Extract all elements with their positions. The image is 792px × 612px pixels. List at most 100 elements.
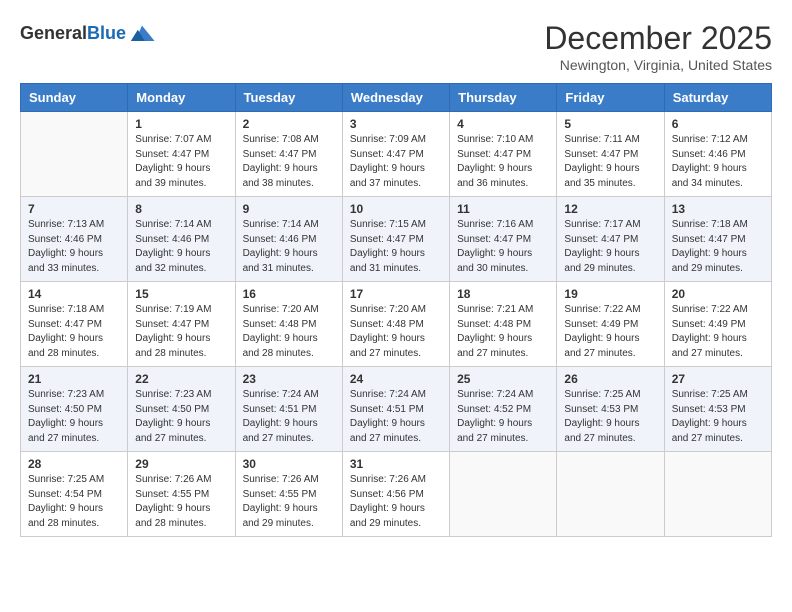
day-number: 23 [243,372,335,386]
day-cell: 24 Sunrise: 7:24 AMSunset: 4:51 PMDayligh… [342,367,449,452]
location-title: Newington, Virginia, United States [544,57,772,73]
day-cell: 14Sunrise: 7:18 AMSunset: 4:47 PMDayligh… [21,282,128,367]
day-cell: 30 Sunrise: 7:26 AMSunset: 4:55 PMDayligh… [235,452,342,537]
day-cell: 19Sunrise: 7:22 AMSunset: 4:49 PMDayligh… [557,282,664,367]
day-cell: 6Sunrise: 7:12 AMSunset: 4:46 PMDaylight… [664,112,771,197]
day-info: Sunrise: 7:21 AMSunset: 4:48 PMDaylight:… [457,303,549,361]
day-number: 30 [243,457,335,471]
calendar-header: SundayMondayTuesdayWednesdayThursdayFrid… [21,84,772,112]
day-info: Sunrise: 7:13 AMSunset: 4:46 PMDaylight:… [28,218,120,276]
day-number: 2 [243,117,335,131]
day-info: Sunrise: 7:14 AMSunset: 4:46 PMDaylight:… [135,218,227,276]
header-row: SundayMondayTuesdayWednesdayThursdayFrid… [21,84,772,112]
day-cell: 26Sunrise: 7:25 AMSunset: 4:53 PMDayligh… [557,367,664,452]
day-number: 7 [28,202,120,216]
day-cell: 7 Sunrise: 7:13 AMSunset: 4:46 PMDaylight… [21,197,128,282]
day-cell: 9 Sunrise: 7:14 AMSunset: 4:46 PMDaylight… [235,197,342,282]
week-row-3: 14Sunrise: 7:18 AMSunset: 4:47 PMDayligh… [21,282,772,367]
day-cell: 27 Sunrise: 7:25 AMSunset: 4:53 PMDayligh… [664,367,771,452]
day-cell: 23 Sunrise: 7:24 AMSunset: 4:51 PMDayligh… [235,367,342,452]
day-number: 31 [350,457,442,471]
day-info: Sunrise: 7:22 AMSunset: 4:49 PMDaylight:… [564,303,656,361]
day-info: Sunrise: 7:20 AMSunset: 4:48 PMDaylight:… [350,303,442,361]
day-number: 11 [457,202,549,216]
day-cell: 13 Sunrise: 7:18 AMSunset: 4:47 PMDayligh… [664,197,771,282]
day-number: 5 [564,117,656,131]
day-cell: 29 Sunrise: 7:26 AMSunset: 4:55 PMDayligh… [128,452,235,537]
day-info: Sunrise: 7:23 AMSunset: 4:50 PMDaylight:… [28,388,120,446]
day-cell [664,452,771,537]
day-number: 3 [350,117,442,131]
day-number: 20 [672,287,764,301]
day-number: 24 [350,372,442,386]
day-number: 17 [350,287,442,301]
day-cell: 22 Sunrise: 7:23 AMSunset: 4:50 PMDayligh… [128,367,235,452]
day-number: 8 [135,202,227,216]
day-number: 27 [672,372,764,386]
day-number: 6 [672,117,764,131]
day-number: 13 [672,202,764,216]
day-cell: 25 Sunrise: 7:24 AMSunset: 4:52 PMDayligh… [450,367,557,452]
day-cell: 16 Sunrise: 7:20 AMSunset: 4:48 PMDayligh… [235,282,342,367]
day-info: Sunrise: 7:17 AMSunset: 4:47 PMDaylight:… [564,218,656,276]
day-number: 29 [135,457,227,471]
day-info: Sunrise: 7:26 AMSunset: 4:55 PMDaylight:… [243,473,335,531]
day-info: Sunrise: 7:07 AMSunset: 4:47 PMDaylight:… [135,133,227,191]
day-cell [21,112,128,197]
day-info: Sunrise: 7:18 AMSunset: 4:47 PMDaylight:… [28,303,120,361]
day-info: Sunrise: 7:26 AMSunset: 4:56 PMDaylight:… [350,473,442,531]
day-number: 18 [457,287,549,301]
day-cell: 12 Sunrise: 7:17 AMSunset: 4:47 PMDayligh… [557,197,664,282]
day-info: Sunrise: 7:08 AMSunset: 4:47 PMDaylight:… [243,133,335,191]
day-cell: 20Sunrise: 7:22 AMSunset: 4:49 PMDayligh… [664,282,771,367]
day-info: Sunrise: 7:11 AMSunset: 4:47 PMDaylight:… [564,133,656,191]
day-number: 9 [243,202,335,216]
day-number: 22 [135,372,227,386]
day-info: Sunrise: 7:24 AMSunset: 4:51 PMDaylight:… [350,388,442,446]
day-info: Sunrise: 7:25 AMSunset: 4:53 PMDaylight:… [672,388,764,446]
day-cell: 2 Sunrise: 7:08 AMSunset: 4:47 PMDaylight… [235,112,342,197]
week-row-4: 21 Sunrise: 7:23 AMSunset: 4:50 PMDayligh… [21,367,772,452]
day-info: Sunrise: 7:26 AMSunset: 4:55 PMDaylight:… [135,473,227,531]
logo-general-text: General [20,23,87,43]
title-area: December 2025 Newington, Virginia, Unite… [544,20,772,73]
week-row-5: 28Sunrise: 7:25 AMSunset: 4:54 PMDayligh… [21,452,772,537]
day-info: Sunrise: 7:20 AMSunset: 4:48 PMDaylight:… [243,303,335,361]
day-cell [557,452,664,537]
header-cell-thursday: Thursday [450,84,557,112]
header-cell-saturday: Saturday [664,84,771,112]
logo-blue-text: Blue [87,23,126,43]
day-info: Sunrise: 7:25 AMSunset: 4:53 PMDaylight:… [564,388,656,446]
day-info: Sunrise: 7:09 AMSunset: 4:47 PMDaylight:… [350,133,442,191]
day-number: 1 [135,117,227,131]
day-info: Sunrise: 7:19 AMSunset: 4:47 PMDaylight:… [135,303,227,361]
logo-icon [128,20,156,48]
day-number: 12 [564,202,656,216]
day-cell: 18 Sunrise: 7:21 AMSunset: 4:48 PMDayligh… [450,282,557,367]
day-cell: 31 Sunrise: 7:26 AMSunset: 4:56 PMDayligh… [342,452,449,537]
day-info: Sunrise: 7:14 AMSunset: 4:46 PMDaylight:… [243,218,335,276]
day-cell: 8 Sunrise: 7:14 AMSunset: 4:46 PMDaylight… [128,197,235,282]
day-info: Sunrise: 7:15 AMSunset: 4:47 PMDaylight:… [350,218,442,276]
month-title: December 2025 [544,20,772,57]
day-info: Sunrise: 7:24 AMSunset: 4:51 PMDaylight:… [243,388,335,446]
day-cell: 1 Sunrise: 7:07 AMSunset: 4:47 PMDaylight… [128,112,235,197]
day-number: 4 [457,117,549,131]
header-cell-wednesday: Wednesday [342,84,449,112]
day-cell: 17 Sunrise: 7:20 AMSunset: 4:48 PMDayligh… [342,282,449,367]
day-number: 16 [243,287,335,301]
day-info: Sunrise: 7:24 AMSunset: 4:52 PMDaylight:… [457,388,549,446]
header-cell-sunday: Sunday [21,84,128,112]
day-cell: 4Sunrise: 7:10 AMSunset: 4:47 PMDaylight… [450,112,557,197]
day-cell: 10Sunrise: 7:15 AMSunset: 4:47 PMDayligh… [342,197,449,282]
day-number: 21 [28,372,120,386]
day-info: Sunrise: 7:23 AMSunset: 4:50 PMDaylight:… [135,388,227,446]
day-cell: 5 Sunrise: 7:11 AMSunset: 4:47 PMDaylight… [557,112,664,197]
logo: GeneralBlue [20,20,156,48]
day-number: 25 [457,372,549,386]
day-cell [450,452,557,537]
day-cell: 3 Sunrise: 7:09 AMSunset: 4:47 PMDaylight… [342,112,449,197]
day-info: Sunrise: 7:18 AMSunset: 4:47 PMDaylight:… [672,218,764,276]
day-cell: 21 Sunrise: 7:23 AMSunset: 4:50 PMDayligh… [21,367,128,452]
header: GeneralBlue December 2025 Newington, Vir… [20,20,772,73]
